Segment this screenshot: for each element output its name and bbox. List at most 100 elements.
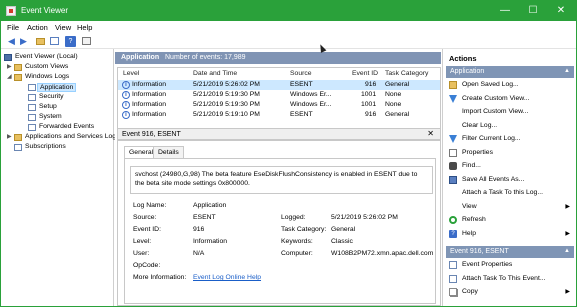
log-icon (28, 84, 36, 91)
action-find[interactable]: Find... (446, 161, 574, 172)
close-detail-icon[interactable]: ✕ (427, 129, 434, 138)
table-row[interactable]: i Information 5/21/2019 5:19:10 PM ESENT… (118, 110, 440, 120)
action-view[interactable]: View ▶ (446, 202, 574, 213)
action-filter-current-log[interactable]: Filter Current Log... (446, 134, 574, 145)
menu-view[interactable]: View (55, 23, 71, 32)
folder-icon (449, 81, 457, 89)
action-copy[interactable]: Copy ▶ (446, 287, 574, 298)
logged-label: Logged: (281, 214, 306, 221)
action-open-saved-log[interactable]: Open Saved Log... (446, 80, 574, 91)
action-help[interactable]: ? Help ▶ (446, 229, 574, 240)
action-event-properties[interactable]: Event Properties (446, 260, 574, 271)
actions-section-application[interactable]: Application ▲ (446, 66, 574, 78)
collapse-section-icon[interactable]: ▲ (564, 248, 570, 254)
action-properties[interactable]: Properties (446, 148, 574, 159)
window-title: Event Viewer (21, 6, 68, 15)
show-hide-tree-icon[interactable] (49, 36, 60, 47)
submenu-arrow-icon: ▶ (565, 289, 570, 295)
menu-action[interactable]: Action (27, 23, 48, 32)
table-row[interactable]: i Information 5/21/2019 5:19:30 PM Windo… (118, 90, 440, 100)
tab-details[interactable]: Details (153, 146, 184, 158)
action-label: Attach a Task To this Log... (462, 189, 543, 196)
event-detail-header: Event 916, ESENT ✕ (117, 128, 441, 140)
task-icon (449, 274, 457, 283)
navigation-tree: Event Viewer (Local) ▶ Custom Views ◢ Wi… (1, 49, 116, 306)
action-clear-log[interactable]: Clear Log... (446, 121, 574, 132)
action-import-custom-view[interactable]: Import Custom View... (446, 107, 574, 118)
event-viewer-icon (4, 54, 12, 61)
column-header-level[interactable]: Level (123, 70, 139, 77)
information-icon: i (122, 91, 130, 99)
task-category-label: Task Category: (281, 226, 327, 233)
action-save-all-events-as[interactable]: Save All Events As... (446, 175, 574, 186)
table-row[interactable]: i Information 5/21/2019 5:26:02 PM ESENT… (118, 80, 440, 90)
actions-title: Actions (449, 54, 477, 63)
bino-icon (449, 162, 457, 170)
props-icon (449, 148, 457, 157)
information-icon: i (122, 81, 130, 89)
action-label: Open Saved Log... (462, 81, 519, 88)
toolbar: ◀ ▶ ? (1, 34, 576, 49)
general-tab-body: svchost (24980,G,98) The beta feature Es… (124, 158, 436, 304)
log-name-value: Application (193, 202, 227, 209)
action-label: Event Properties (462, 261, 513, 268)
actions-pane: Actions Application ▲ Open Saved Log... C… (442, 49, 576, 306)
expand-arrow-icon[interactable]: ▶ (7, 63, 14, 70)
action-create-custom-view[interactable]: Create Custom View... (446, 94, 574, 105)
actions-section-event[interactable]: Event 916, ESENT ▲ (446, 246, 574, 258)
event-description[interactable]: svchost (24980,G,98) The beta feature Es… (130, 166, 433, 194)
folder-icon (14, 74, 22, 81)
event-detail-pane: General Details svchost (24980,G,98) The… (117, 140, 441, 306)
user-value: N/A (193, 250, 205, 257)
close-button[interactable]: ✕ (547, 1, 575, 21)
action-attach-a-task-to-this-log[interactable]: Attach a Task To this Log... (446, 188, 574, 199)
collapse-section-icon[interactable]: ▲ (564, 68, 570, 74)
event-viewer-window: Event Viewer — ☐ ✕ File Action View Help… (0, 0, 577, 307)
action-label: Create Custom View... (462, 94, 530, 102)
properties-icon[interactable] (81, 36, 92, 47)
action-label: Filter Current Log... (462, 135, 521, 142)
log-icon (28, 114, 36, 121)
help-icon[interactable]: ? (65, 36, 76, 47)
menu-help[interactable]: Help (77, 23, 92, 32)
submenu-arrow-icon: ▶ (565, 203, 570, 210)
keywords-value: Classic (331, 238, 353, 245)
forward-arrow-icon[interactable]: ▶ (18, 36, 29, 47)
folder-icon (14, 134, 22, 141)
title-bar: Event Viewer — ☐ ✕ (1, 1, 576, 21)
action-label: Clear Log... (462, 121, 498, 129)
menu-file[interactable]: File (7, 23, 19, 32)
action-refresh[interactable]: Refresh (446, 215, 574, 226)
event-id-value: 916 (193, 226, 205, 233)
action-label: Find... (462, 162, 481, 169)
user-label: User: (133, 250, 150, 257)
log-name-label: Log Name: (133, 202, 167, 209)
back-arrow-icon[interactable]: ◀ (6, 36, 17, 47)
expand-arrow-icon[interactable]: ▶ (7, 133, 14, 140)
event-log-online-help-link[interactable]: Event Log Online Help (193, 274, 261, 281)
action-label: Save All Events As... (462, 175, 525, 183)
more-information-label: More Information: (133, 274, 187, 281)
minimize-button[interactable]: — (491, 1, 519, 21)
save-icon (449, 175, 457, 184)
source-label: Source: (133, 214, 157, 221)
column-header-event-id[interactable]: Event ID (352, 70, 378, 77)
event-viewer-app-icon (6, 6, 16, 16)
collapse-arrow-icon[interactable]: ◢ (7, 73, 14, 80)
center-pane: Application Number of events: 17,989 Lev… (115, 49, 441, 306)
computer-value: W108B2PM72.xmn.apac.dell.com (331, 250, 434, 257)
table-row[interactable]: i Information 5/21/2019 5:19:30 PM Windo… (118, 100, 440, 110)
action-label: View (462, 202, 477, 210)
submenu-arrow-icon: ▶ (565, 230, 570, 237)
log-icon (28, 104, 36, 111)
event-count: Number of events: 17,989 (165, 54, 246, 61)
column-header-date[interactable]: Date and Time (193, 70, 237, 77)
up-folder-icon[interactable] (35, 36, 46, 47)
column-header-task-category[interactable]: Task Category (385, 70, 428, 77)
action-label: Import Custom View... (462, 108, 529, 115)
column-header-source[interactable]: Source (290, 70, 312, 77)
action-attach-task-to-this-event[interactable]: Attach Task To This Event... (446, 274, 574, 285)
action-label: Help (462, 229, 476, 237)
maximize-button[interactable]: ☐ (519, 1, 547, 21)
action-label: Copy (462, 288, 478, 295)
